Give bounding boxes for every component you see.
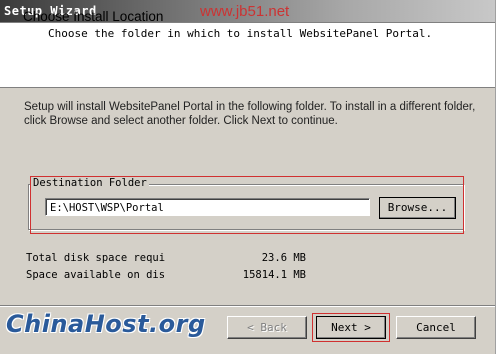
destination-label: Destination Folder bbox=[31, 177, 149, 189]
chinahost-logo: ChinaHost.org bbox=[6, 310, 206, 338]
space-required-label: Total disk space requi bbox=[26, 252, 166, 264]
page-title: Choose Install Location bbox=[23, 9, 164, 24]
space-required-value: 23.6 MB bbox=[261, 252, 306, 264]
space-available-value: 15814.1 MB bbox=[242, 269, 306, 281]
cancel-button[interactable]: Cancel bbox=[396, 316, 476, 339]
back-button[interactable]: < Back bbox=[227, 316, 307, 339]
destination-path-input[interactable]: E:\HOST\WSP\Portal bbox=[45, 198, 370, 216]
browse-button[interactable]: Browse... bbox=[379, 197, 456, 219]
space-available-label: Space available on dis bbox=[26, 269, 166, 281]
window-edge bbox=[495, 0, 501, 354]
install-description: Setup will install WebsitePanel Portal i… bbox=[24, 101, 476, 127]
divider-highlight bbox=[0, 306, 495, 307]
page-subtitle: Choose the folder in which to install We… bbox=[48, 27, 433, 40]
site-watermark: www.jb51.net bbox=[200, 3, 290, 20]
next-button[interactable]: Next > bbox=[316, 316, 386, 339]
